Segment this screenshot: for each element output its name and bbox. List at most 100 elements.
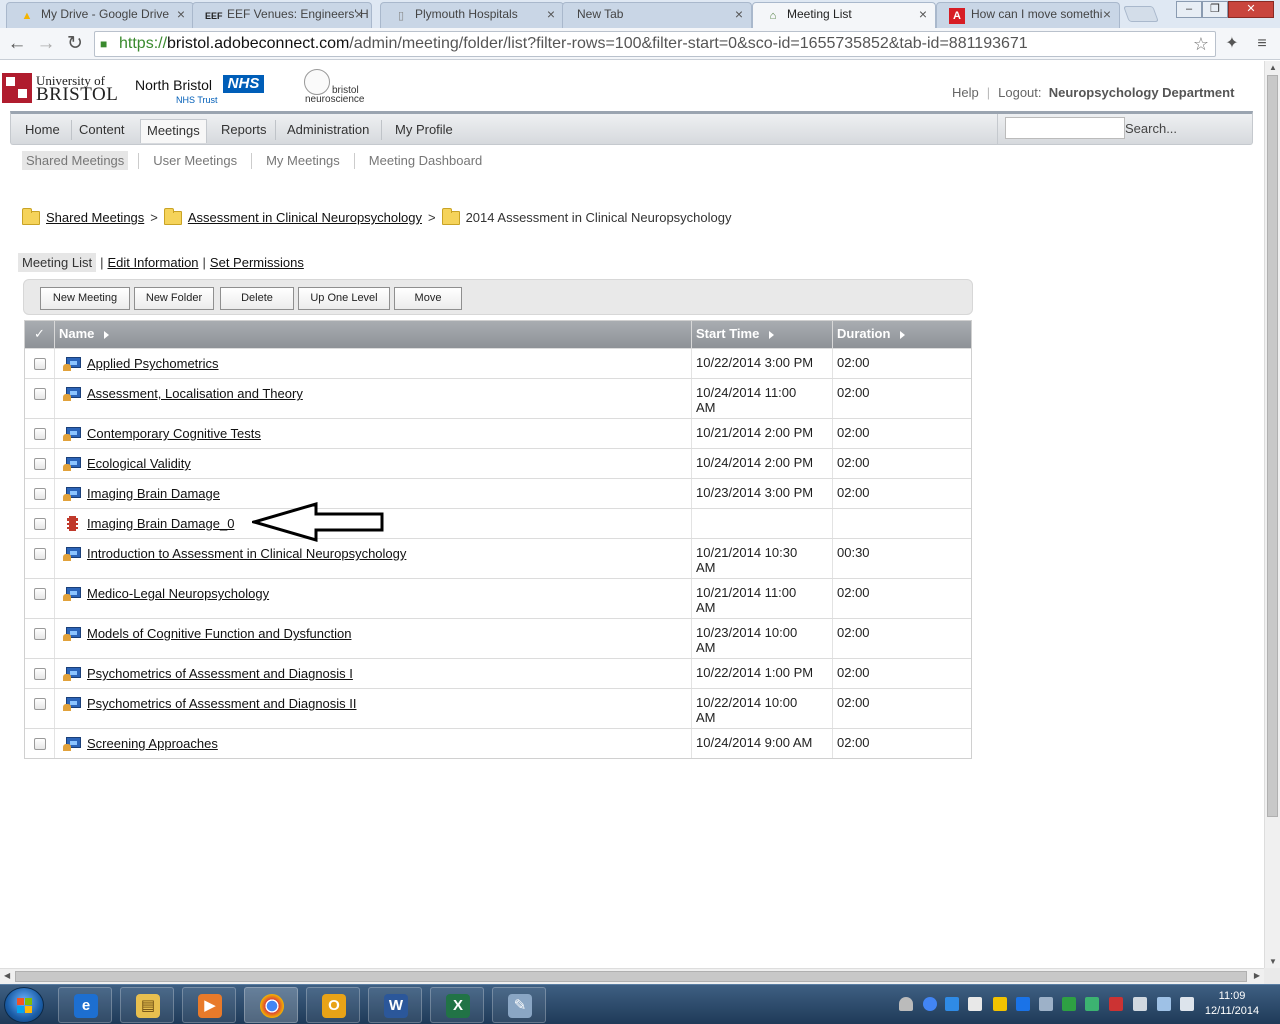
row-checkbox[interactable]	[34, 388, 46, 400]
dropbox-icon[interactable]	[945, 997, 959, 1011]
close-tab-icon[interactable]: ×	[735, 6, 743, 22]
horizontal-scrollbar[interactable]: ◀ ▶	[0, 968, 1264, 984]
row-checkbox[interactable]	[34, 738, 46, 750]
subnav-shared-meetings[interactable]: Shared Meetings	[22, 151, 129, 170]
table-row[interactable]: Imaging Brain Damage 10/23/2014 3:00 PM 02…	[25, 478, 971, 508]
system-clock[interactable]: 11:09 12/11/2014	[1196, 989, 1268, 1019]
row-checkbox[interactable]	[34, 518, 46, 530]
subnav-meeting-dashboard[interactable]: Meeting Dashboard	[365, 151, 486, 170]
table-row[interactable]: Models of Cognitive Function and Dysfunc…	[25, 618, 971, 658]
meeting-name-link[interactable]: Models of Cognitive Function and Dysfunc…	[87, 626, 351, 641]
meeting-name-link[interactable]: Imaging Brain Damage_0	[87, 516, 234, 531]
search-button[interactable]: Search...	[1125, 119, 1177, 139]
table-row[interactable]: Psychometrics of Assessment and Diagnosi…	[25, 688, 971, 728]
security-check-icon[interactable]	[1062, 997, 1076, 1011]
close-tab-icon[interactable]: ×	[177, 6, 185, 22]
meeting-name-link[interactable]: Ecological Validity	[87, 456, 191, 471]
table-row[interactable]: Psychometrics of Assessment and Diagnosi…	[25, 658, 971, 688]
scrollbar-thumb[interactable]	[15, 971, 1247, 982]
breadcrumb-shared-meetings[interactable]: Shared Meetings	[46, 210, 144, 225]
norton-icon[interactable]	[993, 997, 1007, 1011]
word-icon[interactable]: W	[368, 987, 422, 1023]
back-arrow-icon[interactable]: ←	[5, 32, 29, 56]
bookmark-star-icon[interactable]: ☆	[1193, 34, 1209, 55]
table-row[interactable]: Applied Psychometrics 10/22/2014 3:00 PM 0…	[25, 348, 971, 378]
new-meeting-button[interactable]: New Meeting	[40, 287, 130, 310]
subnav-my-meetings[interactable]: My Meetings	[262, 151, 344, 170]
display-icon[interactable]	[1133, 997, 1147, 1011]
minimize-window-button[interactable]: –	[1176, 1, 1202, 18]
new-folder-button[interactable]: New Folder	[134, 287, 214, 310]
move-button[interactable]: Move	[394, 287, 462, 310]
scroll-down-arrow-icon[interactable]: ▼	[1269, 957, 1277, 966]
browser-tab-meeting-list[interactable]: ⌂ Meeting List ×	[752, 2, 936, 28]
tab-set-permissions[interactable]: Set Permissions	[210, 255, 304, 270]
meeting-name-link[interactable]: Contemporary Cognitive Tests	[87, 426, 261, 441]
row-checkbox[interactable]	[34, 628, 46, 640]
extension-icon[interactable]: ✦	[1222, 34, 1242, 54]
scroll-right-arrow-icon[interactable]: ▶	[1254, 971, 1260, 980]
outlook-icon[interactable]: O	[306, 987, 360, 1023]
file-explorer-icon[interactable]: ▤	[120, 987, 174, 1023]
table-row[interactable]: Imaging Brain Damage_0	[25, 508, 971, 538]
close-tab-icon[interactable]: ×	[919, 6, 927, 22]
tab-meeting-list[interactable]: Meeting List	[18, 253, 97, 272]
table-row[interactable]: Ecological Validity 10/24/2014 2:00 PM 02:…	[25, 448, 971, 478]
nav-my-profile[interactable]: My Profile	[389, 119, 459, 143]
meeting-name-link[interactable]: Medico-Legal Neuropsychology	[87, 586, 269, 601]
column-header-start-time[interactable]: Start Time	[691, 321, 775, 348]
meeting-name-link[interactable]: Psychometrics of Assessment and Diagnosi…	[87, 696, 357, 711]
row-checkbox[interactable]	[34, 358, 46, 370]
media-player-icon[interactable]: ▶	[182, 987, 236, 1023]
menu-icon[interactable]: ≡	[1252, 34, 1272, 54]
browser-tab-plymouth[interactable]: ▯ Plymouth Hospitals ×	[380, 2, 564, 28]
row-checkbox[interactable]	[34, 488, 46, 500]
scrollbar-thumb[interactable]	[1267, 75, 1278, 817]
address-bar[interactable]: ■ https://bristol.adobeconnect.com/admin…	[94, 31, 1216, 57]
paint-icon[interactable]: ✎	[492, 987, 546, 1023]
meeting-name-link[interactable]: Assessment, Localisation and Theory	[87, 386, 303, 401]
vertical-scrollbar[interactable]: ▲ ▼	[1264, 61, 1280, 968]
chrome-tray-icon[interactable]	[923, 997, 937, 1011]
new-tab-button[interactable]	[1123, 6, 1159, 22]
row-checkbox[interactable]	[34, 548, 46, 560]
close-window-button[interactable]: ✕	[1228, 1, 1274, 18]
maximize-window-button[interactable]: ❐	[1202, 1, 1228, 18]
chrome-icon[interactable]	[244, 987, 298, 1023]
table-row[interactable]: Contemporary Cognitive Tests 10/21/2014 2…	[25, 418, 971, 448]
browser-tab-adobe-forum[interactable]: A How can I move somethi ×	[936, 2, 1120, 28]
tray-app-icon[interactable]	[1085, 997, 1099, 1011]
tray-app-icon[interactable]	[968, 997, 982, 1011]
logout-link[interactable]: Logout:	[998, 85, 1041, 100]
table-row[interactable]: Assessment, Localisation and Theory 10/24…	[25, 378, 971, 418]
select-all-checkmark-icon[interactable]: ✓	[25, 321, 54, 348]
nav-administration[interactable]: Administration	[281, 119, 375, 143]
scroll-up-arrow-icon[interactable]: ▲	[1269, 63, 1277, 72]
meeting-name-link[interactable]: Applied Psychometrics	[87, 356, 219, 371]
delete-button[interactable]: Delete	[220, 287, 294, 310]
row-checkbox[interactable]	[34, 428, 46, 440]
meeting-name-link[interactable]: Imaging Brain Damage	[87, 486, 220, 501]
wifi-signal-icon[interactable]	[1157, 997, 1171, 1011]
subnav-user-meetings[interactable]: User Meetings	[149, 151, 241, 170]
column-header-name[interactable]: Name	[54, 321, 110, 348]
notification-bell-icon[interactable]	[899, 997, 913, 1011]
row-checkbox[interactable]	[34, 668, 46, 680]
meeting-name-link[interactable]: Screening Approaches	[87, 736, 218, 751]
browser-tab-eef[interactable]: EEF EEF Venues: Engineers' H ×	[192, 2, 372, 28]
row-checkbox[interactable]	[34, 588, 46, 600]
help-link[interactable]: Help	[952, 85, 979, 100]
alert-flag-icon[interactable]	[1109, 997, 1123, 1011]
table-row[interactable]: Introduction to Assessment in Clinical N…	[25, 538, 971, 578]
up-one-level-button[interactable]: Up One Level	[298, 287, 390, 310]
nav-meetings[interactable]: Meetings	[140, 119, 207, 143]
meeting-name-link[interactable]: Psychometrics of Assessment and Diagnosi…	[87, 666, 353, 681]
table-row[interactable]: Screening Approaches 10/24/2014 9:00 AM 02…	[25, 728, 971, 758]
close-tab-icon[interactable]: ×	[547, 6, 555, 22]
nav-home[interactable]: Home	[19, 119, 66, 143]
meeting-name-link[interactable]: Introduction to Assessment in Clinical N…	[87, 546, 406, 561]
reload-icon[interactable]: ↻	[63, 32, 87, 56]
breadcrumb-assessment-folder[interactable]: Assessment in Clinical Neuropsychology	[188, 210, 422, 225]
browser-tab-new-tab[interactable]: New Tab ×	[562, 2, 752, 28]
nav-reports[interactable]: Reports	[215, 119, 273, 143]
